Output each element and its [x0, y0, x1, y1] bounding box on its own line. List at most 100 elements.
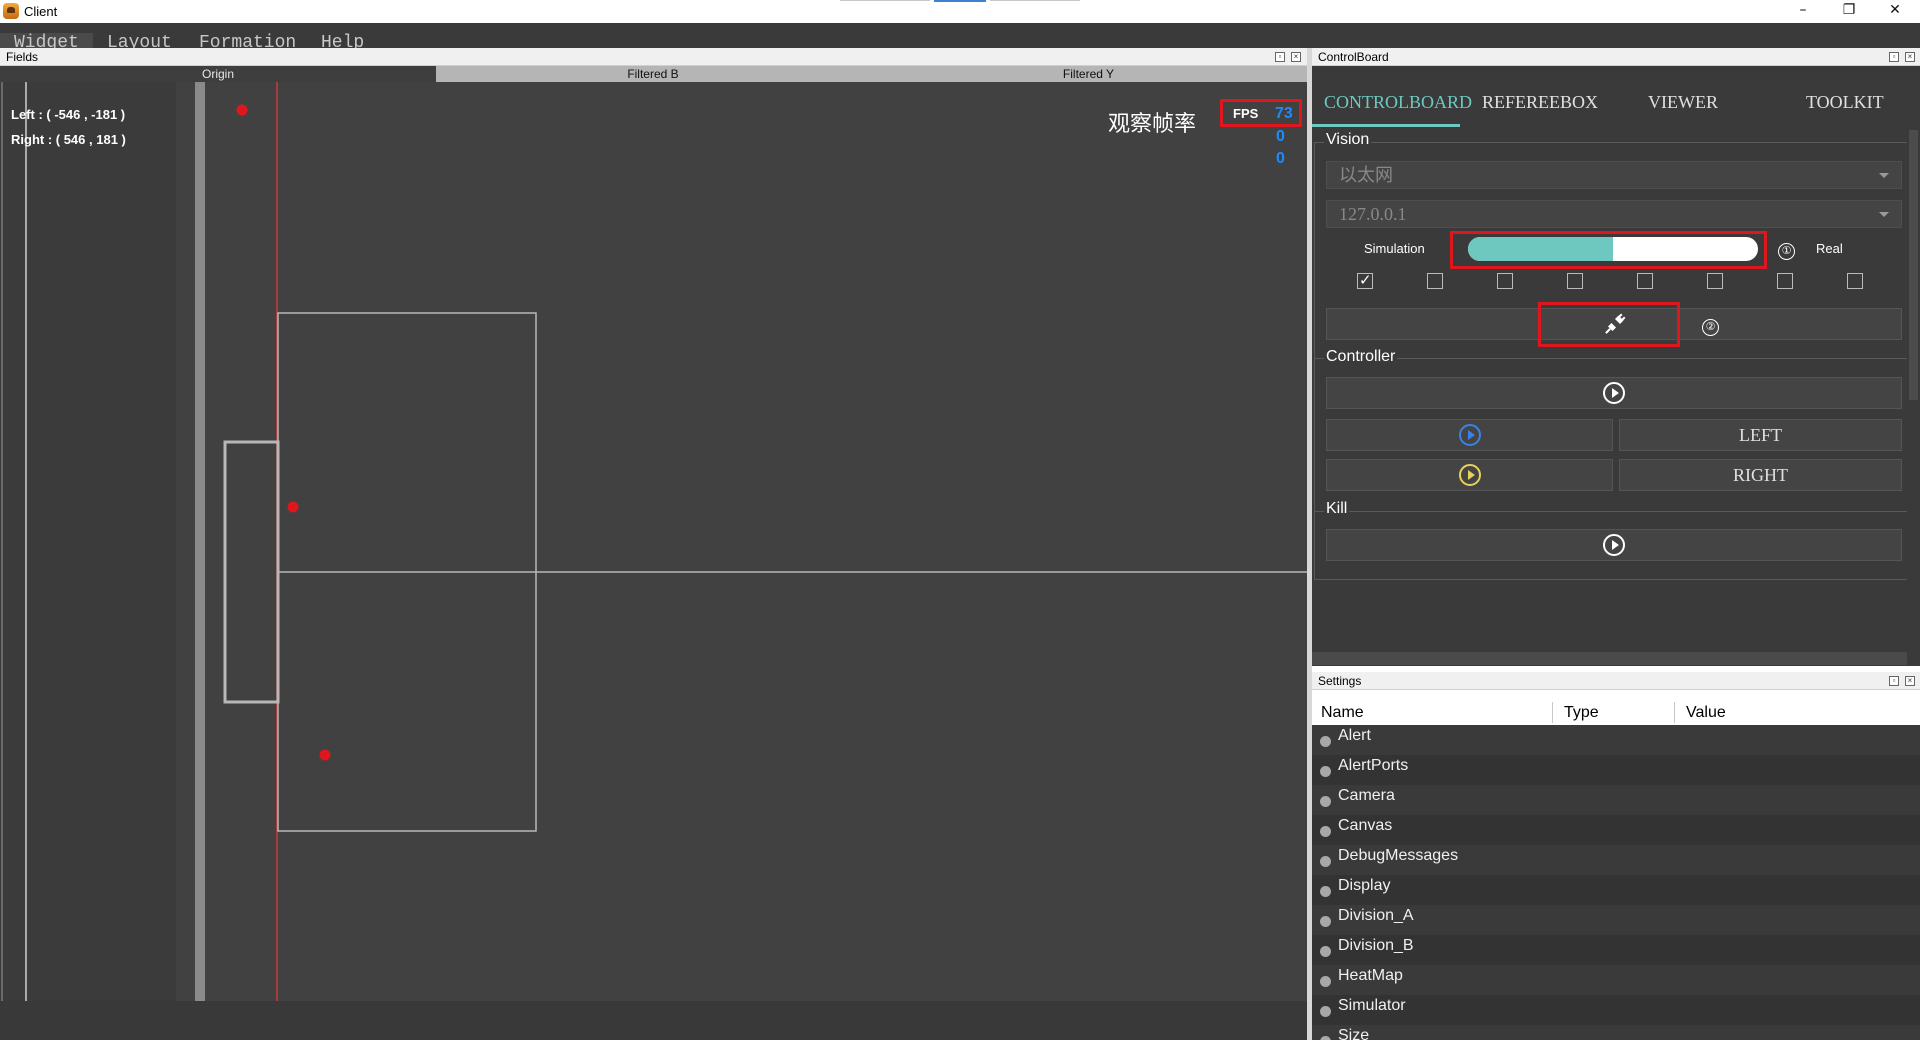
mode-toggle[interactable]: [1468, 237, 1758, 261]
annotation-2: ②: [1702, 319, 1719, 336]
kill-button[interactable]: [1326, 529, 1902, 561]
tab-origin[interactable]: Origin: [0, 66, 436, 82]
settings-row[interactable]: AlertPorts: [1312, 755, 1920, 785]
connect-highlight-box: [1538, 302, 1680, 347]
settings-row[interactable]: DebugMessages: [1312, 845, 1920, 875]
goal-box: [223, 440, 280, 704]
title-bar: Client – ❐ ✕: [0, 0, 1920, 23]
tab-viewer[interactable]: VIEWER: [1648, 92, 1718, 113]
column-value[interactable]: Value: [1686, 704, 1726, 722]
camera-checkbox-8[interactable]: [1847, 273, 1863, 289]
play-icon: [1603, 534, 1625, 556]
tab-filtered-b[interactable]: Filtered B: [436, 66, 870, 82]
camera-checkbox-4[interactable]: [1567, 273, 1583, 289]
column-separator[interactable]: [1674, 702, 1675, 723]
right-button[interactable]: RIGHT: [1619, 459, 1902, 491]
expand-bullet-icon[interactable]: [1320, 856, 1331, 867]
settings-row[interactable]: Display: [1312, 875, 1920, 905]
tab-filtered-y[interactable]: Filtered Y: [870, 66, 1307, 82]
play-yellow-icon: [1459, 464, 1481, 486]
annotation-1: ①: [1778, 243, 1795, 260]
tab-refereebox[interactable]: REFEREEBOX: [1482, 92, 1598, 113]
expand-bullet-icon[interactable]: [1320, 976, 1331, 987]
real-label: Real: [1816, 241, 1843, 256]
title-divider-right: [990, 0, 1080, 1]
close-panel-icon[interactable]: ×: [1905, 52, 1915, 62]
settings-row-label: Division_B: [1338, 937, 1414, 954]
robot-marker: [319, 749, 331, 761]
column-separator[interactable]: [1552, 702, 1553, 723]
interface-select[interactable]: 以太网: [1326, 161, 1902, 189]
close-panel-icon[interactable]: ×: [1905, 676, 1915, 686]
settings-row[interactable]: Division_A: [1312, 905, 1920, 935]
app-window: Client – ❐ ✕ Widget Layout Formation Hel…: [0, 0, 1920, 1040]
settings-row[interactable]: Division_B: [1312, 935, 1920, 965]
float-panel-icon[interactable]: ▫: [1275, 52, 1285, 62]
expand-bullet-icon[interactable]: [1320, 946, 1331, 957]
camera-checkbox-5[interactable]: [1637, 273, 1653, 289]
controller-divider: [1314, 358, 1914, 359]
field-canvas[interactable]: [0, 82, 1307, 1001]
expand-bullet-icon[interactable]: [1320, 916, 1331, 927]
camera-checkbox-1[interactable]: [1357, 271, 1373, 289]
tab-controlboard[interactable]: CONTROLBOARD: [1324, 92, 1472, 113]
expand-bullet-icon[interactable]: [1320, 826, 1331, 837]
controlboard-scrollbar-thumb[interactable]: [1909, 130, 1918, 400]
close-button[interactable]: ✕: [1872, 0, 1918, 22]
column-type[interactable]: Type: [1564, 704, 1599, 722]
column-name[interactable]: Name: [1321, 704, 1364, 722]
settings-row[interactable]: Canvas: [1312, 815, 1920, 845]
settings-row-label: Canvas: [1338, 817, 1393, 834]
controller-start-button[interactable]: [1326, 377, 1902, 409]
settings-panel-title: Settings: [1318, 674, 1362, 688]
expand-bullet-icon[interactable]: [1320, 1006, 1331, 1017]
settings-row-label: Size: [1338, 1027, 1370, 1040]
settings-row[interactable]: Simulator: [1312, 995, 1920, 1025]
play-blue-icon: [1459, 424, 1481, 446]
right-coordinate: Right : ( 546 , 181 ): [11, 132, 126, 147]
window-title: Client: [24, 4, 58, 19]
controller-group-title: Controller: [1324, 348, 1398, 366]
settings-row-label: Display: [1338, 877, 1391, 894]
ip-select-value: 127.0.0.1: [1339, 204, 1407, 224]
settings-row[interactable]: Camera: [1312, 785, 1920, 815]
maximize-button[interactable]: ❐: [1826, 0, 1872, 22]
robot-marker: [287, 501, 299, 513]
active-tab-underline: [1312, 124, 1460, 127]
float-panel-icon[interactable]: ▫: [1889, 676, 1899, 686]
fields-panel: Origin Filtered B Filtered Y Left : ( -5…: [0, 66, 1307, 1040]
camera-checkbox-3[interactable]: [1497, 273, 1513, 289]
controlboard-hscrollbar[interactable]: [1312, 652, 1907, 665]
mode-toggle-fill: [1468, 237, 1613, 261]
controlboard-panel-header: ControlBoard ▫ ×: [1312, 48, 1920, 66]
settings-panel-header: Settings ▫ ×: [1312, 672, 1920, 690]
left-button[interactable]: LEFT: [1619, 419, 1902, 451]
camera-checkbox-2[interactable]: [1427, 273, 1443, 289]
settings-row[interactable]: Size: [1312, 1025, 1920, 1040]
fields-panel-header: Fields ▫ ×: [0, 48, 1307, 66]
expand-bullet-icon[interactable]: [1320, 766, 1331, 777]
simulation-label: Simulation: [1364, 241, 1425, 256]
expand-bullet-icon[interactable]: [1320, 886, 1331, 897]
blue-team-button[interactable]: [1326, 419, 1613, 451]
settings-row[interactable]: Alert: [1312, 725, 1920, 755]
ip-select[interactable]: 127.0.0.1: [1326, 200, 1902, 228]
settings-row-label: Camera: [1338, 787, 1395, 804]
fields-panel-title: Fields: [6, 50, 39, 64]
camera-checkbox-6[interactable]: [1707, 273, 1723, 289]
minimize-button[interactable]: –: [1780, 0, 1826, 22]
settings-row[interactable]: HeatMap: [1312, 965, 1920, 995]
yellow-team-button[interactable]: [1326, 459, 1613, 491]
expand-bullet-icon[interactable]: [1320, 736, 1331, 747]
expand-bullet-icon[interactable]: [1320, 1036, 1331, 1040]
camera-checkbox-7[interactable]: [1777, 273, 1793, 289]
close-panel-icon[interactable]: ×: [1291, 52, 1301, 62]
app-logo-icon: [3, 3, 19, 19]
expand-bullet-icon[interactable]: [1320, 796, 1331, 807]
kill-divider: [1314, 511, 1914, 512]
robot-marker: [236, 104, 248, 116]
kill-group-title: Kill: [1324, 500, 1350, 518]
float-panel-icon[interactable]: ▫: [1889, 52, 1899, 62]
tab-toolkit[interactable]: TOOLKIT: [1806, 92, 1884, 113]
fields-status-strip: [0, 1001, 1307, 1040]
